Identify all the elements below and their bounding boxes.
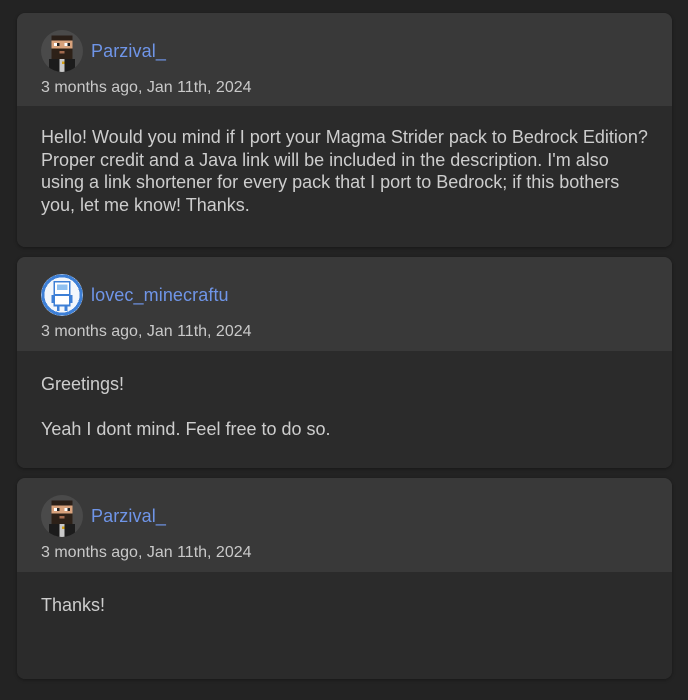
- comment-header: lovec_minecraftu 3 months ago, Jan 11th,…: [17, 257, 672, 351]
- pixel-bearded-man-avatar-icon[interactable]: [41, 30, 83, 72]
- comment-text: Greetings!: [41, 374, 125, 394]
- comment-text: Yeah I dont mind. Feel free to do so.: [41, 418, 331, 439]
- comment-header: Parzival_ 3 months ago, Jan 11th, 2024: [17, 13, 672, 106]
- pixel-robot-avatar-icon[interactable]: [41, 274, 83, 316]
- author-name-link[interactable]: Parzival_: [91, 506, 166, 527]
- comment-card: Parzival_ 3 months ago, Jan 11th, 2024 T…: [17, 478, 672, 679]
- comment-text: Thanks!: [41, 595, 106, 615]
- comment-card: lovec_minecraftu 3 months ago, Jan 11th,…: [17, 257, 672, 468]
- comment-timestamp: 3 months ago, Jan 11th, 2024: [41, 79, 252, 96]
- author-name-link[interactable]: lovec_minecraftu: [91, 285, 229, 306]
- author-row: Parzival_: [41, 494, 648, 538]
- comment-timestamp: 3 months ago, Jan 11th, 2024: [41, 544, 252, 561]
- comment-header: Parzival_ 3 months ago, Jan 11th, 2024: [17, 478, 672, 572]
- pixel-bearded-man-avatar-icon[interactable]: [41, 495, 83, 537]
- comment-thread: Parzival_ 3 months ago, Jan 11th, 2024 H…: [17, 13, 672, 689]
- comment-body: Hello! Would you mind if I port your Mag…: [17, 106, 672, 247]
- comment-body: Greetings! Yeah I dont mind. Feel free t…: [17, 351, 672, 468]
- author-row: lovec_minecraftu: [41, 273, 648, 317]
- author-name-link[interactable]: Parzival_: [91, 41, 166, 62]
- author-row: Parzival_: [41, 29, 648, 73]
- comment-text: Hello! Would you mind if I port your Mag…: [41, 127, 648, 215]
- comment-timestamp: 3 months ago, Jan 11th, 2024: [41, 323, 252, 340]
- comment-body: Thanks!: [17, 572, 672, 679]
- comment-card: Parzival_ 3 months ago, Jan 11th, 2024 H…: [17, 13, 672, 247]
